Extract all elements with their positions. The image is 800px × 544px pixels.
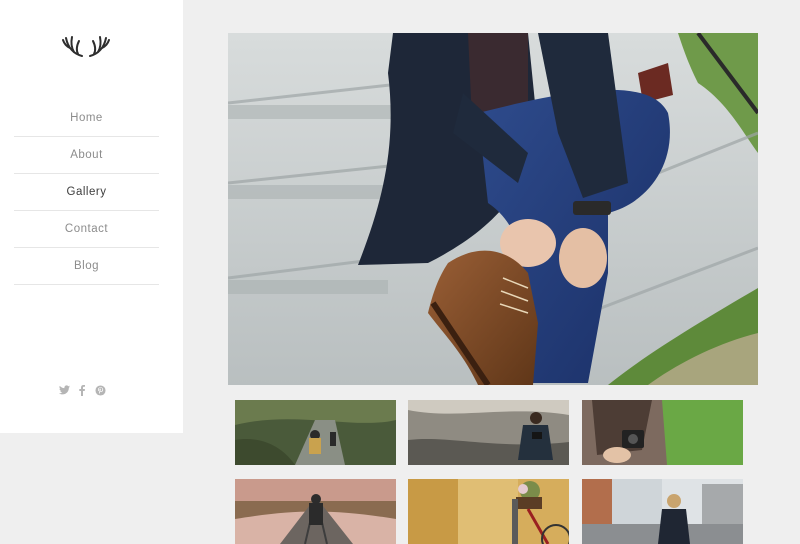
nav-item-about[interactable]: About — [14, 137, 159, 174]
hero-illustration — [228, 33, 758, 385]
thumbnail-man-with-camera-on-rocks[interactable] — [408, 400, 569, 465]
thumbnail-hikers-on-bridge[interactable] — [235, 400, 396, 465]
twitter-icon[interactable] — [58, 384, 70, 396]
main-nav: Home About Gallery Contact Blog — [14, 100, 159, 285]
thumbnail-bicycle-with-flower-basket[interactable] — [408, 479, 569, 544]
social-links — [58, 382, 108, 398]
nav-item-home[interactable]: Home — [14, 100, 159, 137]
facebook-icon[interactable] — [76, 384, 88, 396]
pinterest-icon[interactable] — [94, 384, 106, 396]
nav-item-contact[interactable]: Contact — [14, 211, 159, 248]
thumbnail-man-in-city-street[interactable] — [582, 479, 743, 544]
nav-item-gallery[interactable]: Gallery — [14, 174, 159, 211]
thumbnail-person-in-plaid-with-camera[interactable] — [582, 400, 743, 465]
thumbnail-photographer-on-railroad-tracks[interactable] — [235, 479, 396, 544]
hero-image[interactable] — [228, 33, 758, 385]
sidebar: Home About Gallery Contact Blog — [0, 0, 183, 433]
antlers-logo-icon[interactable] — [60, 30, 112, 60]
nav-item-blog[interactable]: Blog — [14, 248, 159, 285]
